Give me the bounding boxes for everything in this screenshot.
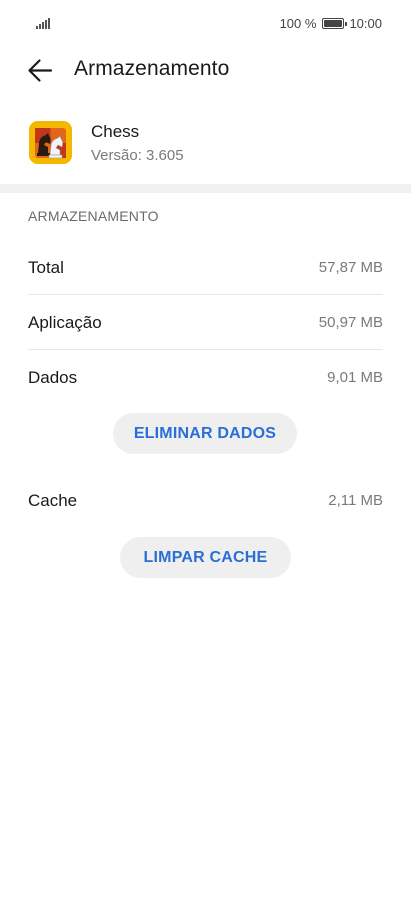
storage-row-total: Total 57,87 MB: [28, 240, 383, 295]
chess-app-icon: [29, 121, 72, 164]
clear-data-button[interactable]: ELIMINAR DADOS: [113, 413, 297, 454]
row-value: 50,97 MB: [318, 314, 383, 331]
row-value: 2,11 MB: [328, 492, 383, 509]
row-label: Cache: [28, 490, 78, 510]
arrow-left-icon: [28, 59, 53, 82]
storage-row-data: Dados 9,01 MB: [28, 350, 383, 405]
back-button[interactable]: [22, 52, 60, 90]
storage-section-header: ARMAZENAMENTO: [28, 208, 159, 224]
row-value: 57,87 MB: [318, 259, 383, 276]
row-label: Aplicação: [28, 312, 102, 332]
row-value: 9,01 MB: [327, 369, 383, 386]
battery-icon: [322, 18, 348, 29]
row-label: Total: [28, 257, 64, 277]
storage-row-cache: Cache 2,11 MB: [28, 473, 383, 528]
status-bar: 100 % 10:00: [0, 0, 411, 48]
storage-row-app: Aplicação 50,97 MB: [28, 295, 383, 350]
app-version: Versão: 3.605: [91, 147, 184, 164]
app-name: Chess: [91, 122, 140, 141]
storage-screen: 100 % 10:00 Armazenamento Chess Versão: …: [0, 0, 411, 910]
row-label: Dados: [28, 367, 78, 387]
battery-percent: 100 %: [279, 16, 317, 31]
page-title: Armazenamento: [74, 57, 230, 80]
section-separator: [0, 184, 411, 193]
clock: 10:00: [349, 16, 382, 31]
status-right: 100 % 10:00: [280, 16, 382, 31]
clear-cache-button[interactable]: LIMPAR CACHE: [120, 537, 291, 578]
signal-icon: [36, 17, 50, 29]
